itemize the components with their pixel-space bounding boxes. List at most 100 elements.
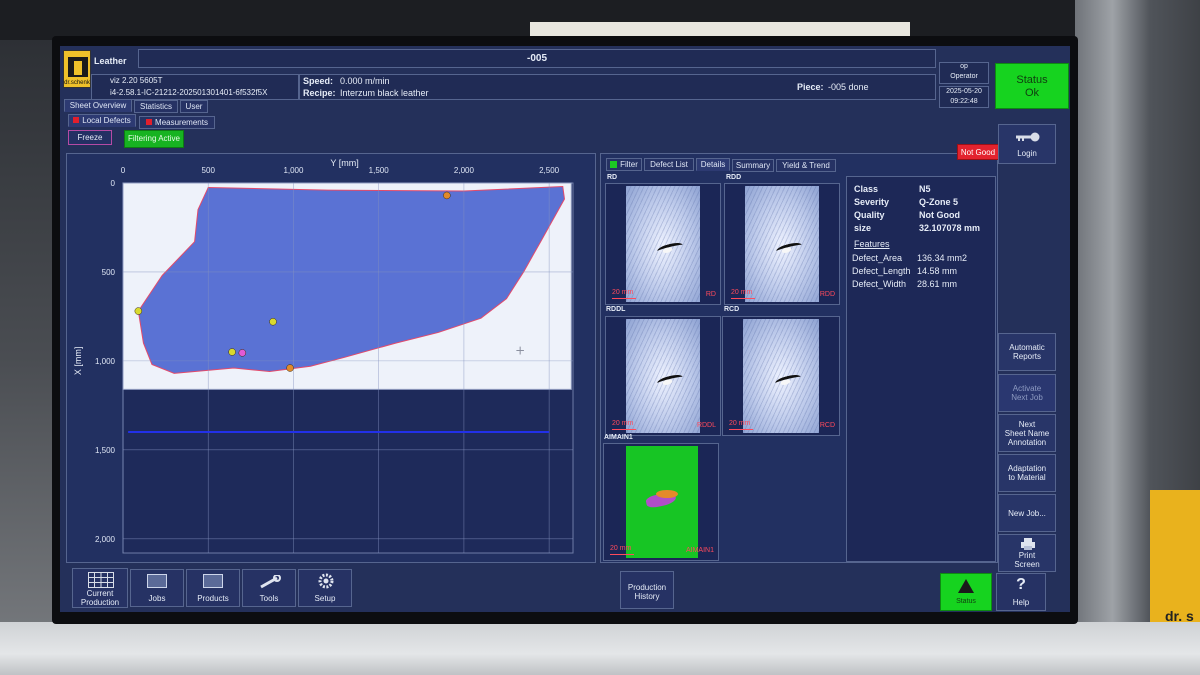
activate-next-job-label-1: Activate <box>1012 384 1042 393</box>
scale-label: 20 mm <box>729 420 754 430</box>
print-screen-label-2: Screen <box>1014 560 1040 569</box>
tab-filter[interactable]: Filter <box>606 158 642 171</box>
x-axis-label: Y [mm] <box>330 158 358 168</box>
next-sheet-annotation-button[interactable]: Next Sheet Name Annotation <box>998 414 1056 452</box>
current-production-button[interactable]: Current Production <box>72 568 128 608</box>
setup-label: Setup <box>314 594 336 603</box>
length-label: Defect_Length <box>852 266 911 276</box>
freeze-button[interactable]: Freeze <box>68 130 112 145</box>
login-label: Login <box>1017 149 1037 158</box>
key-icon <box>1016 132 1040 142</box>
tab-measurements-label: Measurements <box>155 118 208 127</box>
job-line: i4-2.58.1-IC-21212-202501301401-6f532f5X <box>110 88 268 97</box>
new-job-button[interactable]: New Job... <box>998 494 1056 532</box>
image-label-rd: RD <box>607 174 618 181</box>
tab-details[interactable]: Details <box>696 158 730 171</box>
area-label: Defect_Area <box>852 253 903 263</box>
new-job-label: New Job... <box>1008 509 1046 518</box>
status-warning-button[interactable]: Status <box>940 573 992 611</box>
jobs-button[interactable]: Jobs <box>130 569 184 607</box>
filtering-active-button[interactable]: Filtering Active <box>124 130 184 148</box>
defect-shape <box>656 372 684 388</box>
defect-image-aimain1[interactable]: 20 mm AIMAIN1 <box>603 443 719 561</box>
defect-image-rddl[interactable]: 20 mm RDDL <box>605 316 721 436</box>
width-label: Defect_Width <box>852 279 907 289</box>
tab-local-defects[interactable]: Local Defects <box>68 114 136 127</box>
image-caption-rddl: RDDL <box>696 422 716 429</box>
operator-box: op Operator <box>939 62 989 84</box>
defect-image-rdd-pic <box>745 186 819 302</box>
help-label: Help <box>1012 598 1030 607</box>
crosshair-icon: + <box>515 344 525 358</box>
adaptation-to-material-button[interactable]: Adaptation to Material <box>998 454 1056 492</box>
not-good-badge: Not Good <box>957 144 999 160</box>
automatic-reports-button[interactable]: Automatic Reports <box>998 333 1056 371</box>
sheet-overview-chart[interactable]: 0 500 1,000 1,500 2,000 2,500 0 500 1,000 1,500 2,… <box>66 153 596 563</box>
left-background <box>0 40 58 675</box>
activate-next-job-label-2: Next Job <box>1011 393 1043 402</box>
next-sheet-label-2: Sheet Name <box>1004 429 1050 438</box>
speed-label: Speed: <box>303 76 334 86</box>
products-icon <box>203 574 223 588</box>
scale-label: 20 mm <box>612 289 637 299</box>
activate-next-job-button[interactable]: Activate Next Job <box>998 374 1056 412</box>
segmentation-defect-edge <box>656 490 678 498</box>
print-screen-button[interactable]: Print Screen <box>998 534 1056 572</box>
features-label: Features <box>854 239 890 249</box>
defect-point <box>286 364 294 372</box>
speed-recipe-box: Speed: 0.000 m/min Recipe: Interzum blac… <box>299 74 936 100</box>
help-button[interactable]: ? Help <box>996 573 1046 611</box>
defect-image-rdd[interactable]: 20 mm RDD <box>724 183 840 305</box>
piece-label: Piece: <box>797 82 824 92</box>
production-history-button[interactable]: Production History <box>620 571 674 609</box>
red-marker-icon <box>146 119 153 125</box>
y-tick-label: 2,000 <box>95 535 116 544</box>
tab-measurements[interactable]: Measurements <box>139 116 215 129</box>
tab-yield-trend[interactable]: Yield & Trend <box>776 159 836 172</box>
piece-title: -005 <box>526 53 547 64</box>
operator-name: Operator <box>950 73 978 80</box>
version-line: viz 2.20 5605T <box>110 76 163 85</box>
status-line1: Status <box>1016 74 1048 86</box>
products-button[interactable]: Products <box>186 569 240 607</box>
tab-summary[interactable]: Summary <box>732 159 774 172</box>
defect-point <box>228 348 236 356</box>
setup-button[interactable]: Setup <box>298 569 352 607</box>
wrench-icon <box>260 575 281 589</box>
printer-icon <box>1021 538 1035 550</box>
area-value: 136.34 mm2 <box>917 253 968 263</box>
y-tick-label: 1,000 <box>95 357 116 366</box>
defect-image-rd-pic <box>626 186 700 302</box>
warning-icon <box>958 579 974 593</box>
tab-defect-list[interactable]: Defect List <box>644 158 694 171</box>
print-screen-label-1: Print <box>1018 551 1036 560</box>
defect-point <box>443 191 451 200</box>
tab-statistics[interactable]: Statistics <box>134 100 178 113</box>
status-ok-indicator[interactable]: Status Ok <box>995 63 1069 109</box>
tab-user[interactable]: User <box>180 100 208 113</box>
scale-label: 20 mm <box>731 289 756 299</box>
monitor-stand <box>0 622 1200 675</box>
company-logo: dr.schenk <box>63 50 91 88</box>
defect-point <box>134 307 143 315</box>
defect-image-rd[interactable]: 20 mm RD <box>605 183 721 305</box>
size-label: size <box>854 223 872 233</box>
width-value: 28.61 mm <box>917 279 958 289</box>
image-caption-rdd: RDD <box>819 291 835 298</box>
adaptation-label-1: Adaptation <box>1007 464 1047 473</box>
products-label: Products <box>197 594 229 603</box>
login-button[interactable]: Login <box>998 124 1056 164</box>
job-info-box: viz 2.20 5605T i4-2.58.1-IC-21212-202501… <box>91 74 299 100</box>
x-tick-label: 0 <box>121 166 126 175</box>
defect-image-rcd[interactable]: 20 mm RCD <box>722 316 840 436</box>
tools-button[interactable]: Tools <box>242 569 296 607</box>
y-axis-label: X [mm] <box>73 347 83 376</box>
severity-value: Q-Zone 5 <box>919 197 959 207</box>
image-label-rdd: RDD <box>726 174 742 181</box>
tab-sheet-overview[interactable]: Sheet Overview <box>64 99 132 112</box>
speed-value: 0.000 m/min <box>340 76 390 86</box>
quality-value: Not Good <box>919 210 960 220</box>
next-sheet-label-1: Next <box>1018 420 1036 429</box>
defect-point <box>238 349 247 357</box>
class-label: Class <box>854 184 879 194</box>
